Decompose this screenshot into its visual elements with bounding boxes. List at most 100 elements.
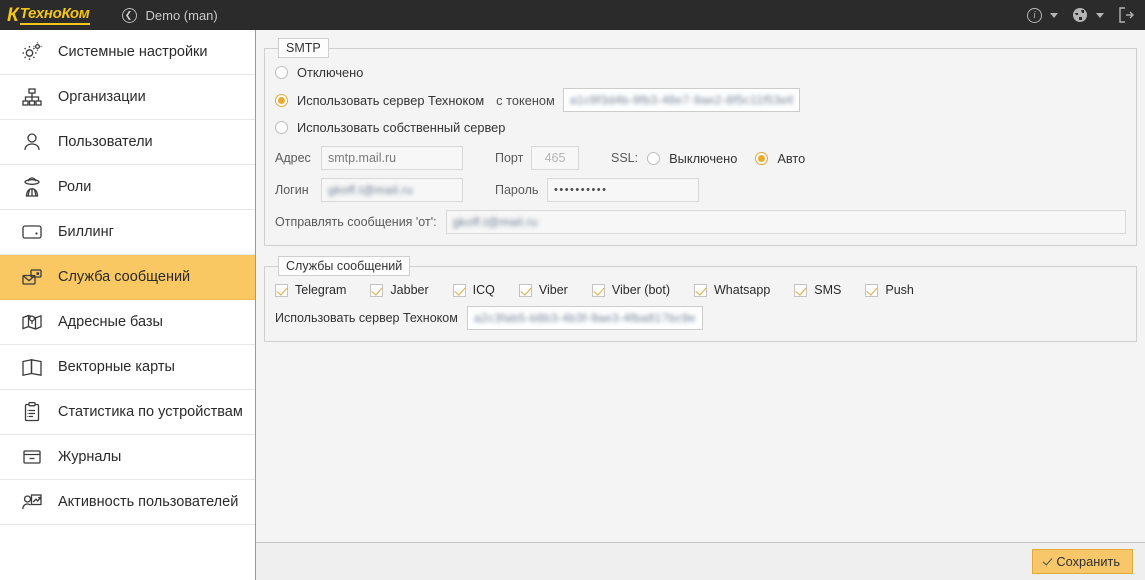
user-icon — [17, 127, 47, 157]
clipboard-icon — [17, 397, 47, 427]
smtp-from-row: Отправлять сообщения 'от': gkoff.t@mail.… — [275, 210, 1126, 234]
sidebar: Системные настройки Организации Пользова… — [0, 30, 256, 580]
smtp-login-value: gkoff.t@mail.ru — [328, 183, 414, 197]
sidebar-item-system-settings[interactable]: Системные настройки — [0, 30, 255, 75]
app-logo[interactable]: К ТехноКом — [0, 0, 98, 30]
app-body: Системные настройки Организации Пользова… — [0, 30, 1145, 580]
sidebar-item-organizations[interactable]: Организации — [0, 75, 255, 120]
smtp-ssl-label: SSL: — [611, 151, 639, 165]
smtp-ssl-off-radio[interactable] — [647, 151, 661, 165]
smtp-mode-own-server-row[interactable]: Использовать собственный сервер — [275, 120, 1126, 135]
logout-icon[interactable] — [1118, 7, 1135, 23]
services-server-row: Использовать сервер Техноком a2c3fab5-b8… — [275, 306, 1126, 330]
smtp-port-input[interactable]: 465 — [531, 146, 579, 170]
top-bar-actions: i — [1027, 0, 1135, 30]
smtp-token-input[interactable]: a1c9f3d4b-9fb3-48e7-9ae2-8f5c11f53e6d — [562, 88, 800, 112]
account-label: Demo (man) — [145, 7, 218, 23]
smtp-port-value: 465 — [544, 151, 566, 165]
globe-icon[interactable] — [1072, 7, 1088, 23]
logo-initial-icon: К — [7, 4, 19, 26]
sidebar-item-billing[interactable]: Биллинг — [0, 210, 255, 255]
smtp-ssl-off-label: Выключено — [669, 150, 738, 166]
service-telegram-label: Telegram — [295, 283, 347, 297]
smtp-mode-disabled-radio[interactable] — [275, 66, 288, 79]
service-whatsapp-checkbox[interactable] — [694, 283, 707, 297]
service-telegram-checkbox[interactable] — [275, 283, 288, 297]
service-whatsapp-label: Whatsapp — [714, 283, 771, 297]
service-viber-checkbox[interactable] — [518, 283, 532, 297]
service-sms-checkbox[interactable] — [794, 283, 808, 297]
roles-icon — [17, 172, 47, 202]
settings-forms: SMTP Отключено Использовать сервер Техно… — [256, 30, 1145, 542]
sidebar-item-label: Биллинг — [58, 224, 114, 240]
service-push[interactable]: Push — [865, 283, 914, 297]
services-server-value: a2c3fab5-b8b3-4b3f-9ae3-4fba817bc9e3 — [473, 311, 696, 325]
content-area: SMTP Отключено Использовать сервер Техно… — [256, 30, 1145, 580]
save-button-label: Сохранить — [1056, 554, 1120, 569]
smtp-panel-legend: SMTP — [278, 38, 329, 58]
sidebar-item-vector-maps[interactable]: Векторные карты — [0, 345, 255, 390]
smtp-password-value: •••••••••• — [554, 184, 608, 196]
smtp-login-input[interactable]: gkoff.t@mail.ru — [321, 178, 463, 202]
language-chevron-down-icon[interactable] — [1096, 12, 1104, 18]
gears-icon — [17, 37, 47, 67]
sidebar-item-user-activity[interactable]: Активность пользователей — [0, 480, 255, 525]
smtp-mode-own-server-radio[interactable] — [275, 121, 288, 134]
sidebar-item-roles[interactable]: Роли — [0, 165, 255, 210]
sidebar-item-device-statistics[interactable]: Статистика по устройствам — [0, 390, 255, 435]
service-icq-label: ICQ — [472, 283, 495, 297]
smtp-address-input[interactable]: smtp.mail.ru — [321, 146, 463, 170]
sidebar-item-label: Активность пользователей — [58, 494, 239, 510]
map-icon — [17, 352, 47, 382]
smtp-ssl-auto-radio[interactable] — [755, 151, 769, 165]
service-viber-bot[interactable]: Viber (bot) — [591, 283, 670, 297]
sidebar-item-journals[interactable]: Журналы — [0, 435, 255, 480]
service-jabber[interactable]: Jabber — [370, 283, 429, 297]
smtp-from-input[interactable]: gkoff.t@mail.ru — [445, 210, 1126, 234]
service-push-label: Push — [885, 283, 914, 297]
smtp-mode-technocom-label: Использовать сервер Техноком — [297, 92, 485, 108]
smtp-credentials-row: Логин gkoff.t@mail.ru Пароль •••••••••• — [275, 178, 1126, 202]
smtp-token-value: a1c9f3d4b-9fb3-48e7-9ae2-8f5c11f53e6d — [569, 93, 793, 107]
sidebar-item-label: Системные настройки — [58, 44, 208, 60]
services-server-input[interactable]: a2c3fab5-b8b3-4b3f-9ae3-4fba817bc9e3 — [466, 306, 703, 330]
smtp-port-label: Порт — [495, 151, 524, 165]
message-services-legend: Службы сообщений — [278, 256, 411, 276]
archive-icon — [17, 442, 47, 472]
smtp-from-value: gkoff.t@mail.ru — [452, 215, 538, 229]
service-sms[interactable]: SMS — [794, 283, 841, 297]
info-chevron-down-icon[interactable] — [1050, 12, 1058, 18]
sidebar-item-users[interactable]: Пользователи — [0, 120, 255, 165]
info-icon[interactable]: i — [1027, 7, 1042, 23]
sidebar-item-label: Адресные базы — [58, 314, 163, 330]
service-jabber-checkbox[interactable] — [370, 283, 384, 297]
back-to-account-button[interactable]: ❮ Demo (man) — [121, 7, 218, 23]
sidebar-item-label: Статистика по устройствам — [58, 404, 243, 420]
smtp-mode-technocom-row[interactable]: Использовать сервер Техноком с токеном a… — [275, 88, 1126, 112]
footer-bar: Сохранить — [256, 542, 1145, 580]
sidebar-item-label: Пользователи — [58, 134, 153, 150]
sidebar-item-label: Служба сообщений — [58, 269, 191, 285]
service-icq[interactable]: ICQ — [452, 283, 495, 297]
service-viber-bot-label: Viber (bot) — [611, 283, 670, 297]
sidebar-item-message-service[interactable]: Служба сообщений — [0, 255, 255, 300]
save-button[interactable]: Сохранить — [1032, 549, 1133, 574]
service-viber[interactable]: Viber — [518, 283, 568, 297]
service-telegram[interactable]: Telegram — [275, 283, 346, 297]
user-activity-icon — [17, 487, 47, 517]
smtp-mode-technocom-radio[interactable] — [275, 93, 288, 107]
sidebar-item-address-bases[interactable]: Адресные базы — [0, 300, 255, 345]
smtp-password-label: Пароль — [495, 183, 539, 197]
smtp-mode-disabled-row[interactable]: Отключено — [275, 65, 1126, 80]
smtp-password-input[interactable]: •••••••••• — [547, 178, 699, 202]
message-services-panel: Службы сообщений Telegram Jabber ICQ Vib… — [264, 256, 1137, 342]
service-viber-bot-checkbox[interactable] — [591, 283, 605, 297]
logo-text: ТехноКом — [19, 5, 90, 25]
top-bar: К ТехноКом ❮ Demo (man) i — [0, 0, 1145, 30]
service-icq-checkbox[interactable] — [452, 283, 466, 297]
service-sms-label: SMS — [814, 283, 842, 297]
smtp-address-label: Адрес — [275, 151, 311, 165]
messages-icon — [17, 262, 47, 292]
service-push-checkbox[interactable] — [865, 283, 879, 297]
service-whatsapp[interactable]: Whatsapp — [694, 283, 770, 297]
